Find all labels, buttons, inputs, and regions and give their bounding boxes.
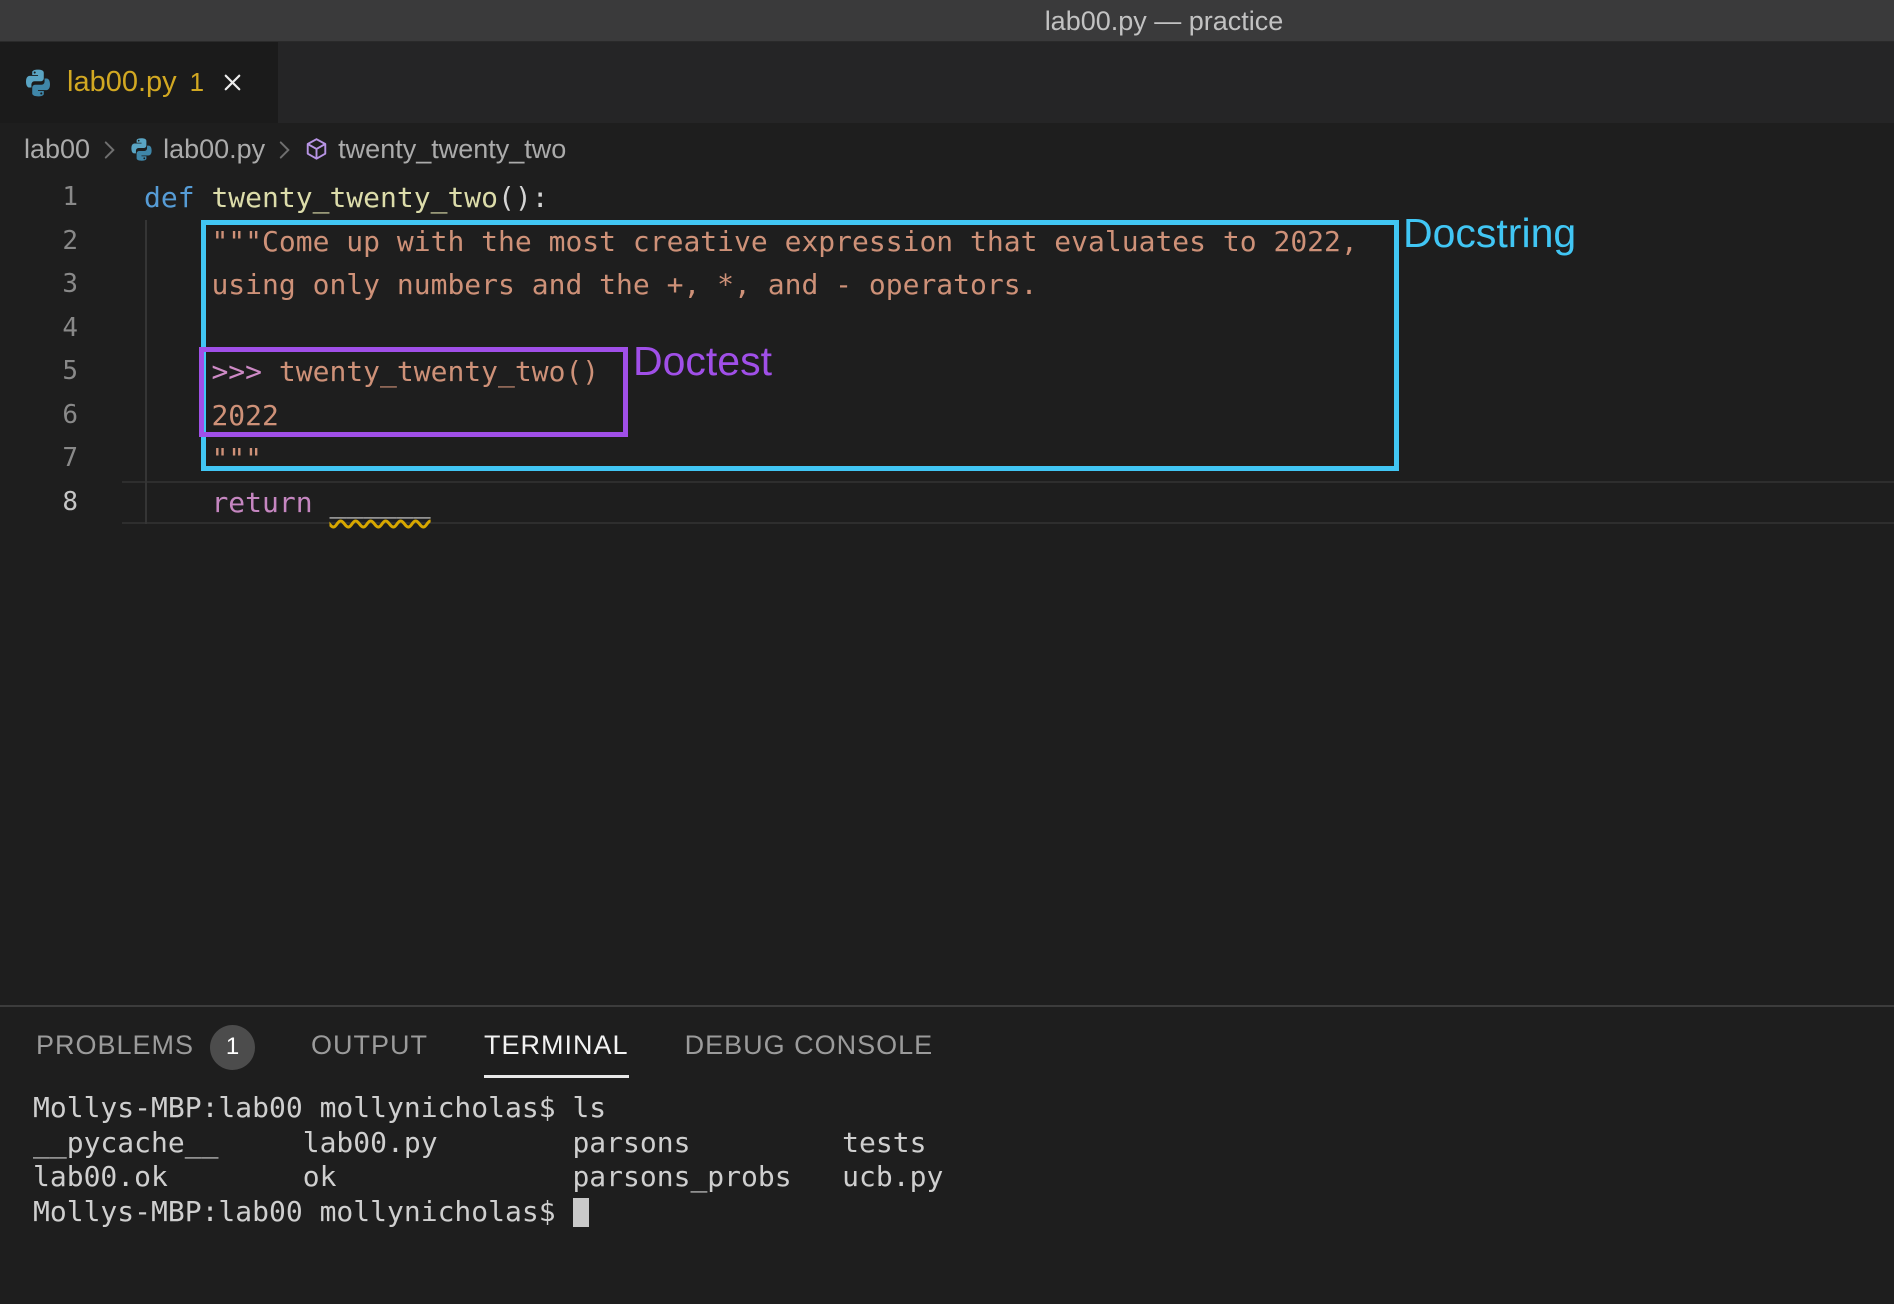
terminal-line: __pycache__ lab00.py parsons tests xyxy=(33,1126,1894,1161)
chevron-right-icon xyxy=(96,137,122,163)
chevron-right-icon xyxy=(271,137,297,163)
tab-warning-count: 1 xyxy=(190,67,204,98)
breadcrumb-item-symbol[interactable]: twenty_twenty_two xyxy=(338,134,566,165)
symbol-cube-icon xyxy=(303,136,330,163)
window-titlebar: lab00.py — practice xyxy=(0,0,1894,42)
doctest-annotation-box xyxy=(199,347,628,437)
line-number: 1 xyxy=(0,176,78,220)
code-editor[interactable]: 1def twenty_twenty_two():2 """Come up wi… xyxy=(0,176,1894,1005)
problems-count-badge: 1 xyxy=(210,1025,255,1070)
terminal-line: lab00.ok ok parsons_probs ucb.py xyxy=(33,1160,1894,1195)
tab-lab00-py[interactable]: lab00.py 1 xyxy=(0,42,278,123)
code-line: 1def twenty_twenty_two(): xyxy=(0,176,1894,220)
tab-debug-console[interactable]: DEBUG CONSOLE xyxy=(685,1023,934,1071)
docstring-annotation-label: Docstring xyxy=(1403,210,1576,257)
window-title: lab00.py — practice xyxy=(1045,0,1284,42)
breadcrumb-item-file[interactable]: lab00.py xyxy=(163,134,265,165)
code-line: 8 return ______ xyxy=(0,481,1894,525)
tab-filename: lab00.py xyxy=(67,66,177,99)
python-file-icon xyxy=(128,136,155,163)
terminal-line: Mollys-MBP:lab00 mollynicholas$ xyxy=(33,1195,1894,1230)
python-file-icon xyxy=(22,67,54,99)
terminal[interactable]: Mollys-MBP:lab00 mollynicholas$ ls__pyca… xyxy=(33,1091,1894,1304)
tab-output[interactable]: OUTPUT xyxy=(311,1023,428,1071)
line-number: 3 xyxy=(0,263,78,307)
tab-terminal[interactable]: TERMINAL xyxy=(484,1023,629,1071)
terminal-cursor xyxy=(573,1198,589,1227)
terminal-line: Mollys-MBP:lab00 mollynicholas$ ls xyxy=(33,1091,1894,1126)
line-number: 7 xyxy=(0,437,78,481)
line-number: 6 xyxy=(0,394,78,438)
doctest-annotation-label: Doctest xyxy=(633,338,772,385)
line-number: 2 xyxy=(0,220,78,264)
breadcrumb-item-folder[interactable]: lab00 xyxy=(24,134,90,165)
editor-tab-bar: lab00.py 1 xyxy=(0,42,1894,123)
line-number: 8 xyxy=(0,481,78,525)
tab-problems[interactable]: PROBLEMS 1 xyxy=(36,1023,255,1071)
bottom-panel: PROBLEMS 1 OUTPUT TERMINAL DEBUG CONSOLE… xyxy=(0,1005,1894,1304)
close-icon[interactable] xyxy=(219,69,246,96)
panel-tab-bar: PROBLEMS 1 OUTPUT TERMINAL DEBUG CONSOLE xyxy=(0,1007,1894,1087)
line-number: 5 xyxy=(0,350,78,394)
line-number: 4 xyxy=(0,307,78,351)
breadcrumb: lab00 lab00.py twenty_twenty_two xyxy=(0,123,1894,176)
